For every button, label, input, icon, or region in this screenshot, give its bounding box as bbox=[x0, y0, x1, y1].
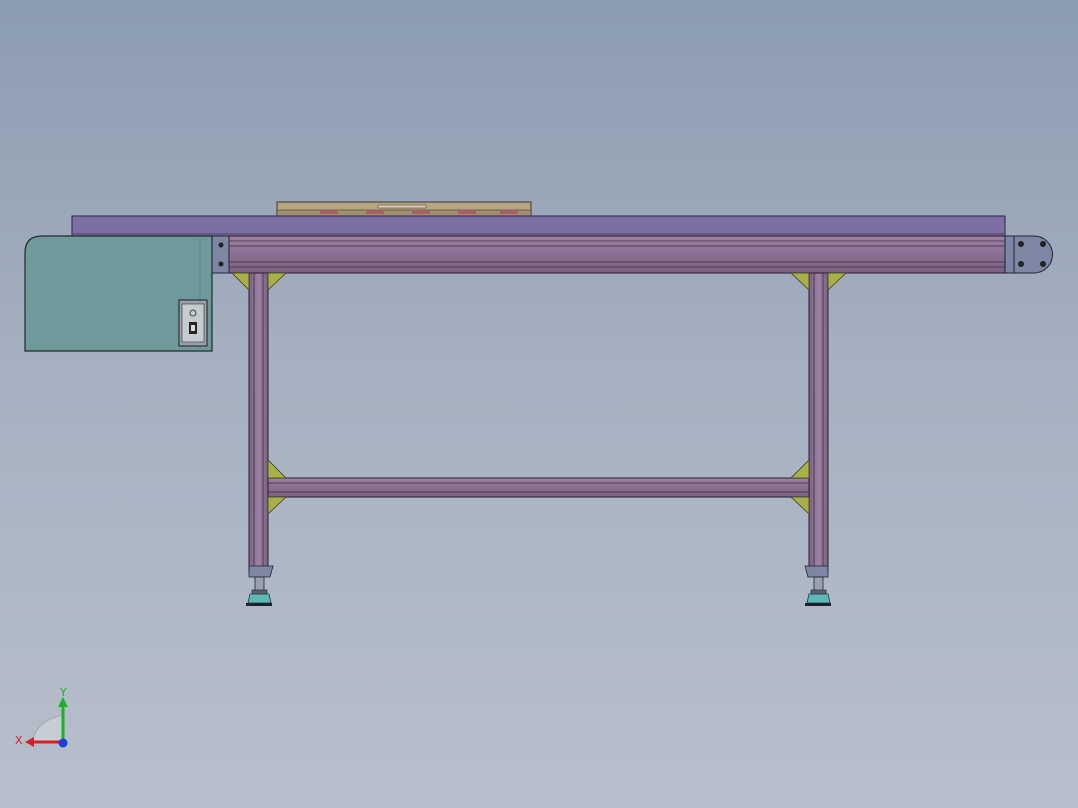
right-end-plate bbox=[1004, 235, 1053, 274]
main-frame-rail bbox=[228, 235, 1006, 274]
payload-tray bbox=[276, 201, 532, 217]
coordinate-triad-icon: Y X bbox=[15, 686, 68, 748]
y-axis-label: Y bbox=[59, 686, 67, 699]
conveyor-assembly-drawing[interactable] bbox=[0, 0, 1078, 808]
left-end-plate bbox=[211, 235, 230, 274]
cad-viewport[interactable]: Y X bbox=[0, 0, 1078, 808]
left-leg bbox=[248, 272, 274, 578]
triad-plane bbox=[31, 714, 64, 743]
x-axis-label: X bbox=[15, 734, 23, 747]
cross-member bbox=[267, 477, 810, 498]
left-leveling-foot bbox=[246, 576, 272, 606]
right-leveling-foot bbox=[805, 576, 831, 606]
right-leg bbox=[804, 272, 829, 578]
power-switch-icon bbox=[178, 299, 208, 347]
conveyor-belt bbox=[71, 215, 1006, 237]
z-axis-dot bbox=[58, 738, 68, 748]
